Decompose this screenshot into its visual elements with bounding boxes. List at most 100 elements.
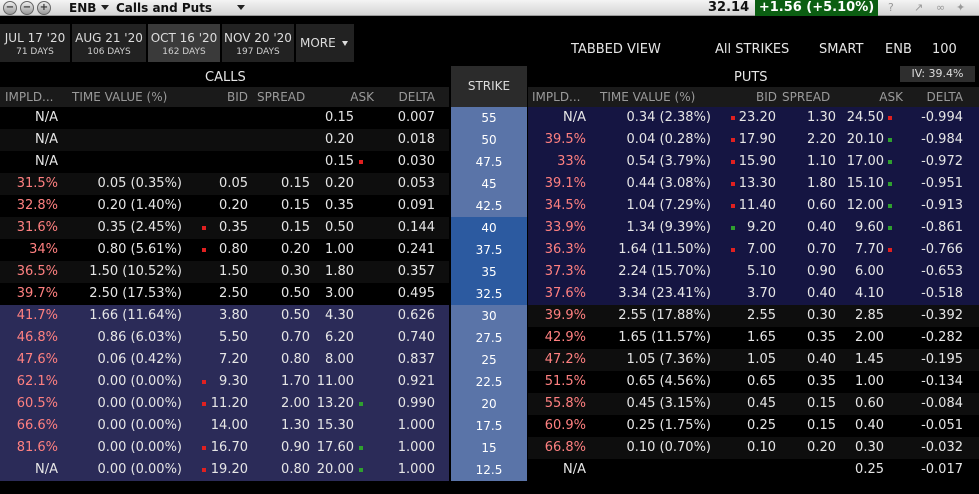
call-bid-cell[interactable]: 0.35: [190, 217, 248, 239]
table-row[interactable]: 12.5 N/A 0.00 (0.00%) 19.20 0.80 20.00 1.000 N/…: [0, 459, 979, 481]
tab-expiry-jul-17[interactable]: JUL 17 '20 71 DAYS: [0, 24, 70, 62]
col-header-delta[interactable]: DELTA: [390, 90, 435, 104]
table-row[interactable]: 25 47.6% 0.06 (0.42%) 7.20 0.80 8.00 0.837 47.2…: [0, 349, 979, 371]
call-bid-cell[interactable]: 0.20: [190, 195, 248, 217]
call-bid-cell[interactable]: 1.50: [190, 261, 248, 283]
call-ask-cell[interactable]: 13.20: [314, 393, 354, 415]
put-bid-cell[interactable]: 9.20: [719, 217, 776, 239]
link-icon[interactable]: ↗: [914, 1, 923, 15]
col-header-spread[interactable]: SPREAD: [782, 90, 830, 104]
col-header-time-value[interactable]: TIME VALUE (%): [72, 90, 167, 104]
call-bid-cell[interactable]: 3.80: [190, 305, 248, 327]
minimize-icon[interactable]: −: [3, 1, 17, 15]
strike-cell[interactable]: 42.5: [451, 195, 527, 217]
tab-expiry-nov-20[interactable]: NOV 20 '20 197 DAYS: [222, 24, 294, 62]
more-expiries-button[interactable]: MORE: [296, 24, 354, 62]
put-bid-cell[interactable]: 15.90: [719, 151, 776, 173]
strike-cell[interactable]: 40: [451, 217, 527, 239]
call-ask-cell[interactable]: 0.35: [314, 195, 354, 217]
strike-cell[interactable]: 15: [451, 437, 527, 459]
col-header-impld[interactable]: IMPLD...: [5, 90, 54, 104]
put-bid-cell[interactable]: 0.10: [719, 437, 776, 459]
put-ask-cell[interactable]: 2.85: [840, 305, 884, 327]
symbol-selector[interactable]: ENB: [69, 0, 96, 16]
pin-icon[interactable]: ✦: [956, 1, 965, 15]
strike-cell[interactable]: 25: [451, 349, 527, 371]
put-ask-cell[interactable]: 0.40: [840, 415, 884, 437]
chain-icon[interactable]: ∞: [936, 1, 945, 15]
table-row[interactable]: 35 36.5% 1.50 (10.52%) 1.50 0.30 1.80 0.357 37.…: [0, 261, 979, 283]
strike-cell[interactable]: 45: [451, 173, 527, 195]
put-ask-cell[interactable]: 1.45: [840, 349, 884, 371]
call-bid-cell[interactable]: [190, 151, 248, 173]
strike-cell[interactable]: 35: [451, 261, 527, 283]
strike-cell[interactable]: 27.5: [451, 327, 527, 349]
table-row[interactable]: 50 N/A 0.20 0.018 39.5% 0.04 (0.28%) 17.90 2.20…: [0, 129, 979, 151]
strike-cell[interactable]: 12.5: [451, 459, 527, 481]
table-row[interactable]: 32.5 39.7% 2.50 (17.53%) 2.50 0.50 3.00 0.495 3…: [0, 283, 979, 305]
strike-cell[interactable]: 37.5: [451, 239, 527, 261]
put-bid-cell[interactable]: 1.05: [719, 349, 776, 371]
put-bid-cell[interactable]: 0.25: [719, 415, 776, 437]
col-header-impld[interactable]: IMPLD...: [532, 90, 581, 104]
call-bid-cell[interactable]: [190, 107, 248, 129]
call-bid-cell[interactable]: 5.50: [190, 327, 248, 349]
call-ask-cell[interactable]: 20.00: [314, 459, 354, 481]
table-row[interactable]: 40 31.6% 0.35 (2.45%) 0.35 0.15 0.50 0.144 33.9…: [0, 217, 979, 239]
put-ask-cell[interactable]: 15.10: [840, 173, 884, 195]
col-header-delta[interactable]: DELTA: [915, 90, 963, 104]
strike-cell[interactable]: 30: [451, 305, 527, 327]
strikes-selector[interactable]: All STRIKES: [715, 42, 789, 58]
put-ask-cell[interactable]: 0.60: [840, 393, 884, 415]
help-icon[interactable]: ?: [888, 1, 894, 15]
col-header-spread[interactable]: SPREAD: [257, 90, 305, 104]
call-ask-cell[interactable]: 17.60: [314, 437, 354, 459]
tab-expiry-oct-16[interactable]: OCT 16 '20 162 DAYS: [148, 24, 220, 62]
table-row[interactable]: 27.5 46.8% 0.86 (6.03%) 5.50 0.70 6.20 0.740 42…: [0, 327, 979, 349]
put-ask-cell[interactable]: 1.00: [840, 371, 884, 393]
table-row[interactable]: 22.5 62.1% 0.00 (0.00%) 9.30 1.70 11.00 0.921 5…: [0, 371, 979, 393]
call-bid-cell[interactable]: 9.30: [190, 371, 248, 393]
call-bid-cell[interactable]: 0.80: [190, 239, 248, 261]
put-bid-cell[interactable]: 23.20: [719, 107, 776, 129]
put-ask-cell[interactable]: 20.10: [840, 129, 884, 151]
col-header-bid[interactable]: BID: [208, 90, 248, 104]
call-ask-cell[interactable]: 0.50: [314, 217, 354, 239]
title-dropdown-icon[interactable]: [237, 5, 245, 10]
table-row[interactable]: 20 60.5% 0.00 (0.00%) 11.20 2.00 13.20 0.990 55…: [0, 393, 979, 415]
table-row[interactable]: 15 81.6% 0.00 (0.00%) 16.70 0.90 17.60 1.000 66…: [0, 437, 979, 459]
call-ask-cell[interactable]: 8.00: [314, 349, 354, 371]
call-ask-cell[interactable]: 1.00: [314, 239, 354, 261]
call-ask-cell[interactable]: 1.80: [314, 261, 354, 283]
table-row[interactable]: 42.5 32.8% 0.20 (1.40%) 0.20 0.15 0.35 0.091 34…: [0, 195, 979, 217]
put-bid-cell[interactable]: 11.40: [719, 195, 776, 217]
strike-cell[interactable]: 32.5: [451, 283, 527, 305]
call-ask-cell[interactable]: 11.00: [314, 371, 354, 393]
col-header-bid[interactable]: BID: [737, 90, 777, 104]
put-bid-cell[interactable]: 17.90: [719, 129, 776, 151]
put-ask-cell[interactable]: 2.00: [840, 327, 884, 349]
call-ask-cell[interactable]: 0.20: [314, 173, 354, 195]
col-header-time-value[interactable]: TIME VALUE (%): [600, 90, 695, 104]
put-ask-cell[interactable]: 7.70: [840, 239, 884, 261]
strike-cell[interactable]: 17.5: [451, 415, 527, 437]
call-bid-cell[interactable]: 2.50: [190, 283, 248, 305]
strike-cell[interactable]: 50: [451, 129, 527, 151]
call-bid-cell[interactable]: 0.05: [190, 173, 248, 195]
put-ask-cell[interactable]: 0.25: [840, 459, 884, 481]
put-ask-cell[interactable]: 4.10: [840, 283, 884, 305]
col-header-ask[interactable]: ASK: [334, 90, 374, 104]
put-bid-cell[interactable]: 0.45: [719, 393, 776, 415]
put-ask-cell[interactable]: 0.30: [840, 437, 884, 459]
collapse-icon[interactable]: −: [20, 1, 34, 15]
strike-cell[interactable]: 22.5: [451, 371, 527, 393]
call-ask-cell[interactable]: 15.30: [314, 415, 354, 437]
put-ask-cell[interactable]: 12.00: [840, 195, 884, 217]
symbol-dropdown-icon[interactable]: [101, 5, 109, 10]
put-ask-cell[interactable]: 17.00: [840, 151, 884, 173]
table-row[interactable]: 17.5 66.6% 0.00 (0.00%) 14.00 1.30 15.30 1.000…: [0, 415, 979, 437]
col-header-ask[interactable]: ASK: [863, 90, 903, 104]
put-bid-cell[interactable]: 5.10: [719, 261, 776, 283]
call-bid-cell[interactable]: 16.70: [190, 437, 248, 459]
table-row[interactable]: 30 41.7% 1.66 (11.64%) 3.80 0.50 4.30 0.626 39.…: [0, 305, 979, 327]
